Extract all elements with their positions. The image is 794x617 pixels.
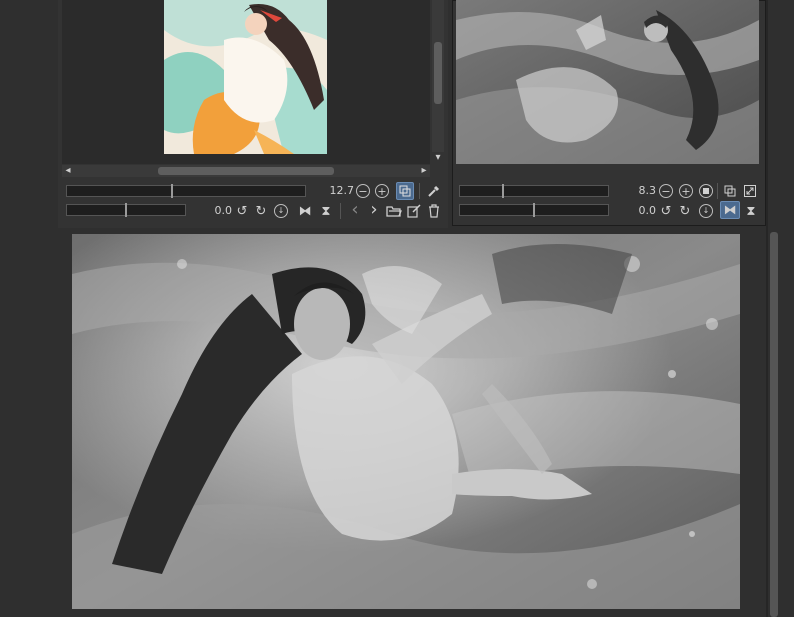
rotate-right-icon[interactable]: ↻ bbox=[253, 203, 269, 219]
trash-icon[interactable] bbox=[426, 203, 442, 219]
previous-image-icon[interactable]: ‹ bbox=[347, 201, 363, 219]
open-folder-icon[interactable] bbox=[386, 203, 402, 219]
subview-image[interactable] bbox=[456, 0, 759, 164]
subview-flip-vertical-icon[interactable]: ⧗ bbox=[743, 203, 759, 219]
fit-to-window-glyph bbox=[744, 185, 756, 197]
navigator-rotate-slider[interactable] bbox=[66, 203, 186, 217]
subview-grayscale-illustration bbox=[456, 0, 759, 164]
scroll-right-icon[interactable]: ▸ bbox=[418, 165, 430, 177]
navigator-rotate-value[interactable]: 0.0 bbox=[200, 204, 233, 217]
flip-horizontal-icon[interactable]: ⧓ bbox=[297, 203, 313, 219]
edit-glyph bbox=[407, 204, 421, 218]
toolbar-separator bbox=[340, 203, 341, 219]
main-canvas-image[interactable] bbox=[72, 234, 740, 609]
main-grayscale-illustration bbox=[72, 234, 740, 609]
edit-icon[interactable] bbox=[406, 203, 422, 219]
scroll-down-icon[interactable]: ▾ bbox=[431, 152, 445, 164]
next-image-icon[interactable]: › bbox=[366, 201, 382, 219]
subview-flip-horizontal-icon[interactable]: ⧓ bbox=[720, 201, 740, 219]
navigator-zoom-slider[interactable] bbox=[66, 184, 306, 198]
navigator-rotate-slider-thumb[interactable] bbox=[125, 203, 127, 217]
subview-rotate-slider[interactable] bbox=[459, 203, 609, 217]
thumbnail-illustration bbox=[164, 0, 327, 154]
rotate-left-icon[interactable]: ↺ bbox=[234, 203, 250, 219]
fit-view-glyph bbox=[399, 185, 411, 197]
navigator-hscrollbar-thumb[interactable] bbox=[158, 167, 334, 175]
reset-rotation-icon[interactable]: ↓ bbox=[274, 204, 288, 218]
subview-zoom-slider[interactable] bbox=[459, 184, 609, 198]
subview-rotate-left-icon[interactable]: ↺ bbox=[658, 203, 674, 219]
subview-rotate-right-icon[interactable]: ↻ bbox=[677, 203, 693, 219]
fit-view-icon[interactable] bbox=[396, 182, 414, 200]
scroll-left-icon[interactable]: ◂ bbox=[62, 165, 74, 177]
open-folder-glyph bbox=[386, 206, 402, 217]
subview-rotate-value[interactable]: 0.0 bbox=[624, 204, 657, 217]
toolbar-separator bbox=[717, 183, 718, 199]
subview-reset-rotation-icon[interactable]: ↓ bbox=[699, 204, 713, 218]
main-vscrollbar-thumb[interactable] bbox=[770, 232, 778, 617]
zoom-out-icon[interactable]: − bbox=[356, 184, 370, 198]
right-edge-divider bbox=[766, 0, 768, 617]
stop-square bbox=[703, 188, 709, 194]
subview-rotate-slider-thumb[interactable] bbox=[533, 203, 535, 217]
subview-zoom-in-icon[interactable]: + bbox=[679, 184, 693, 198]
navigator-thumbnail[interactable] bbox=[164, 0, 327, 154]
subview-fit-icon[interactable] bbox=[722, 183, 738, 199]
navigator-zoom-slider-thumb[interactable] bbox=[171, 184, 173, 198]
eyedropper-glyph bbox=[428, 185, 440, 197]
eyedropper-icon[interactable] bbox=[426, 183, 442, 199]
navigator-vscrollbar-thumb[interactable] bbox=[434, 42, 442, 104]
navigator-zoom-value[interactable]: 12.7 bbox=[316, 184, 355, 197]
subview-zoom-slider-thumb[interactable] bbox=[502, 184, 504, 198]
flip-vertical-icon[interactable]: ⧗ bbox=[318, 203, 334, 219]
subview-zoom-value[interactable]: 8.3 bbox=[622, 184, 657, 197]
zoom-in-icon[interactable]: + bbox=[375, 184, 389, 198]
toolbar-separator bbox=[419, 183, 420, 199]
stop-icon[interactable] bbox=[699, 184, 713, 198]
trash-glyph bbox=[429, 204, 439, 218]
fit-to-window-icon[interactable] bbox=[742, 183, 758, 199]
subview-fit-glyph bbox=[724, 185, 736, 197]
subview-zoom-out-icon[interactable]: − bbox=[659, 184, 673, 198]
